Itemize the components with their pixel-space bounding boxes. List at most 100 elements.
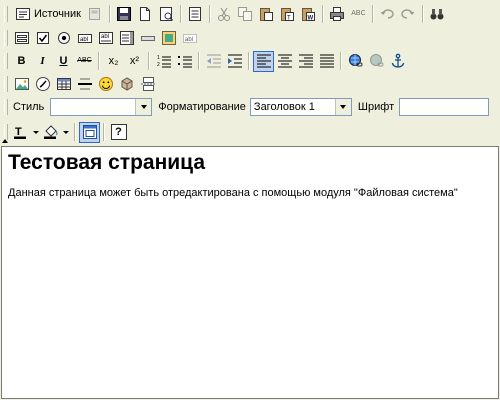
find-button[interactable] (427, 4, 448, 25)
bold-button[interactable]: B (11, 51, 32, 72)
indent-button[interactable] (224, 51, 245, 72)
cut-button[interactable] (214, 4, 235, 25)
italic-button[interactable]: I (32, 51, 53, 72)
anchor-icon (391, 53, 404, 68)
textfield-button[interactable]: abl (74, 28, 95, 49)
chevron-down-icon[interactable] (135, 99, 152, 115)
toolbar-separator (148, 52, 150, 70)
align-right-icon (298, 54, 313, 68)
form-icon (14, 32, 29, 44)
ordered-list-button[interactable]: 12 (153, 51, 174, 72)
strikethrough-button[interactable]: ABC (74, 51, 95, 72)
form-button[interactable] (11, 28, 32, 49)
horizontal-rule-icon (77, 78, 92, 90)
source-button[interactable]: Источник (11, 4, 85, 25)
select-button[interactable] (116, 28, 137, 49)
editor-content-area[interactable]: Тестовая страница Данная страница может … (1, 146, 499, 399)
paste-button[interactable] (256, 4, 277, 25)
align-justify-button[interactable] (316, 51, 337, 72)
align-left-button[interactable] (253, 50, 274, 72)
toolbar-grip[interactable] (4, 53, 8, 69)
unlink-icon (369, 54, 383, 67)
preview-button[interactable] (156, 4, 177, 25)
toolbar-grip[interactable] (4, 30, 8, 46)
page-heading: Тестовая страница (8, 151, 206, 174)
toolbar-row-5: Стиль Форматирование Заголовок 1 Шрифт (0, 96, 500, 118)
undo-button[interactable] (377, 4, 398, 25)
font-select[interactable] (399, 98, 490, 116)
align-right-button[interactable] (295, 51, 316, 72)
font-label: Шрифт (357, 101, 395, 113)
toolbar-row-4 (0, 73, 500, 95)
toolbar-grip[interactable] (4, 124, 8, 140)
unlink-button[interactable] (366, 51, 387, 72)
unordered-list-button[interactable] (174, 51, 195, 72)
subscript-button[interactable]: x₂ (103, 51, 124, 72)
save-button[interactable] (114, 4, 135, 25)
toolbar-grip[interactable] (4, 76, 8, 92)
fit-window-button[interactable] (79, 121, 100, 143)
copy-button[interactable] (235, 4, 256, 25)
text-color-button[interactable]: T (11, 122, 41, 143)
chevron-down-icon[interactable] (334, 99, 351, 115)
hidden-field-button[interactable]: abl (179, 28, 200, 49)
textfield-icon: abl (77, 34, 92, 43)
paste-word-icon: W (302, 8, 316, 22)
horizontal-rule-button[interactable] (74, 74, 95, 95)
background-color-button[interactable] (41, 122, 71, 143)
ordered-list-icon: 12 (157, 55, 171, 68)
flash-icon (35, 77, 50, 91)
spellcheck-button[interactable]: ABC (348, 4, 369, 25)
image-button-button[interactable] (158, 28, 179, 49)
page-break-icon (140, 77, 155, 91)
align-center-button[interactable] (274, 51, 295, 72)
toolbar-grip[interactable] (4, 6, 8, 22)
flash-button[interactable] (32, 74, 53, 95)
toolbar-separator (208, 5, 211, 23)
checkbox-button[interactable] (32, 28, 53, 49)
globe-link-icon (348, 54, 362, 67)
redo-icon (401, 9, 415, 19)
link-button[interactable] (345, 51, 366, 72)
print-button[interactable] (327, 4, 348, 25)
toolbar-row-2: abl abl abl (0, 27, 500, 49)
svg-text:abl: abl (185, 37, 193, 43)
smiley-button[interactable] (95, 74, 116, 95)
templates-doc-button[interactable] (185, 4, 206, 25)
page-break-button[interactable] (137, 74, 158, 95)
toolbar-row-1: Источник T W ABC (0, 3, 500, 25)
new-page-button[interactable] (135, 4, 156, 25)
toolbar-grip[interactable] (4, 99, 8, 115)
form-button-button[interactable] (137, 28, 158, 49)
special-char-button[interactable] (116, 74, 137, 95)
radio-icon (57, 32, 70, 44)
radio-button[interactable] (53, 28, 74, 49)
toolbar-separator (321, 5, 324, 23)
style-select[interactable] (50, 98, 153, 116)
image-button[interactable] (11, 74, 32, 95)
hidden-field-icon: abl (182, 34, 197, 43)
anchor-button[interactable] (387, 51, 408, 72)
toolbar-separator (198, 52, 200, 70)
toolbar-separator (248, 52, 250, 70)
page-body-text: Данная страница может быть отредактирова… (8, 187, 458, 199)
format-select[interactable]: Заголовок 1 (249, 98, 352, 116)
superscript-button[interactable]: x² (124, 51, 145, 72)
table-button[interactable] (53, 74, 74, 95)
about-button[interactable]: ? (108, 122, 129, 143)
templates-button[interactable] (85, 4, 106, 25)
toolbar-separator (179, 5, 182, 23)
redo-button[interactable] (398, 4, 419, 25)
maximize-window-icon (82, 125, 97, 139)
underline-button[interactable]: U (53, 51, 74, 72)
svg-text:T: T (15, 126, 22, 138)
collapse-toolbar-icon[interactable] (2, 139, 8, 143)
svg-text:W: W (308, 16, 314, 22)
outdent-button[interactable] (203, 51, 224, 72)
textarea-button[interactable]: abl (95, 28, 116, 49)
paste-text-button[interactable]: T (277, 4, 298, 25)
image-button-icon (161, 31, 176, 45)
toolbar-separator (108, 5, 111, 23)
toolbar-separator (98, 52, 100, 70)
paste-word-button[interactable]: W (298, 4, 319, 25)
